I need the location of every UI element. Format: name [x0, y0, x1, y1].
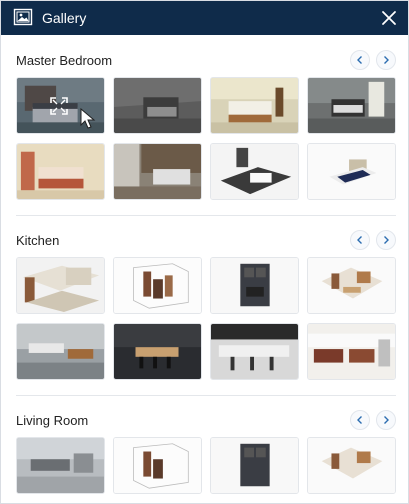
gallery-thumbnail[interactable] [210, 77, 299, 134]
section-divider [16, 395, 396, 396]
gallery-thumbnail[interactable] [307, 323, 396, 380]
gallery-thumbnail[interactable] [210, 257, 299, 314]
gallery-thumbnail[interactable] [307, 77, 396, 134]
title-bar: Gallery [1, 1, 408, 35]
chevron-right-icon[interactable] [376, 410, 396, 430]
section-title: Living Room [16, 413, 89, 428]
gallery-thumbnail[interactable] [113, 437, 202, 494]
gallery-thumbnail[interactable] [16, 143, 105, 200]
gallery-thumbnail[interactable] [307, 143, 396, 200]
chevron-right-icon[interactable] [376, 230, 396, 250]
gallery-thumbnail[interactable] [113, 77, 202, 134]
gallery-thumbnail[interactable] [16, 437, 105, 494]
chevron-left-icon[interactable] [350, 410, 370, 430]
gallery-thumbnail[interactable] [113, 323, 202, 380]
gallery-thumbnail[interactable] [16, 77, 105, 134]
gallery-thumbnail[interactable] [210, 323, 299, 380]
gallery-thumbnail[interactable] [307, 257, 396, 314]
gallery-icon [13, 8, 33, 28]
gallery-dialog: Gallery Master Bedroom Kitchen Living Ro… [0, 0, 409, 504]
section-divider [16, 215, 396, 216]
chevron-left-icon[interactable] [350, 50, 370, 70]
close-icon[interactable] [378, 7, 400, 29]
gallery-thumbnail[interactable] [307, 437, 396, 494]
chevron-left-icon[interactable] [350, 230, 370, 250]
section-title: Master Bedroom [16, 53, 113, 68]
gallery-thumbnail[interactable] [210, 437, 299, 494]
chevron-right-icon[interactable] [376, 50, 396, 70]
gallery-thumbnail[interactable] [16, 257, 105, 314]
cursor-icon [79, 108, 97, 130]
gallery-thumbnail[interactable] [113, 257, 202, 314]
gallery-content[interactable]: Master Bedroom Kitchen Living Room [1, 35, 408, 503]
gallery-thumbnail[interactable] [16, 323, 105, 380]
gallery-thumbnail[interactable] [210, 143, 299, 200]
gallery-thumbnail[interactable] [113, 143, 202, 200]
section-title: Kitchen [16, 233, 60, 248]
dialog-title: Gallery [42, 10, 87, 26]
expand-icon[interactable] [49, 96, 69, 116]
